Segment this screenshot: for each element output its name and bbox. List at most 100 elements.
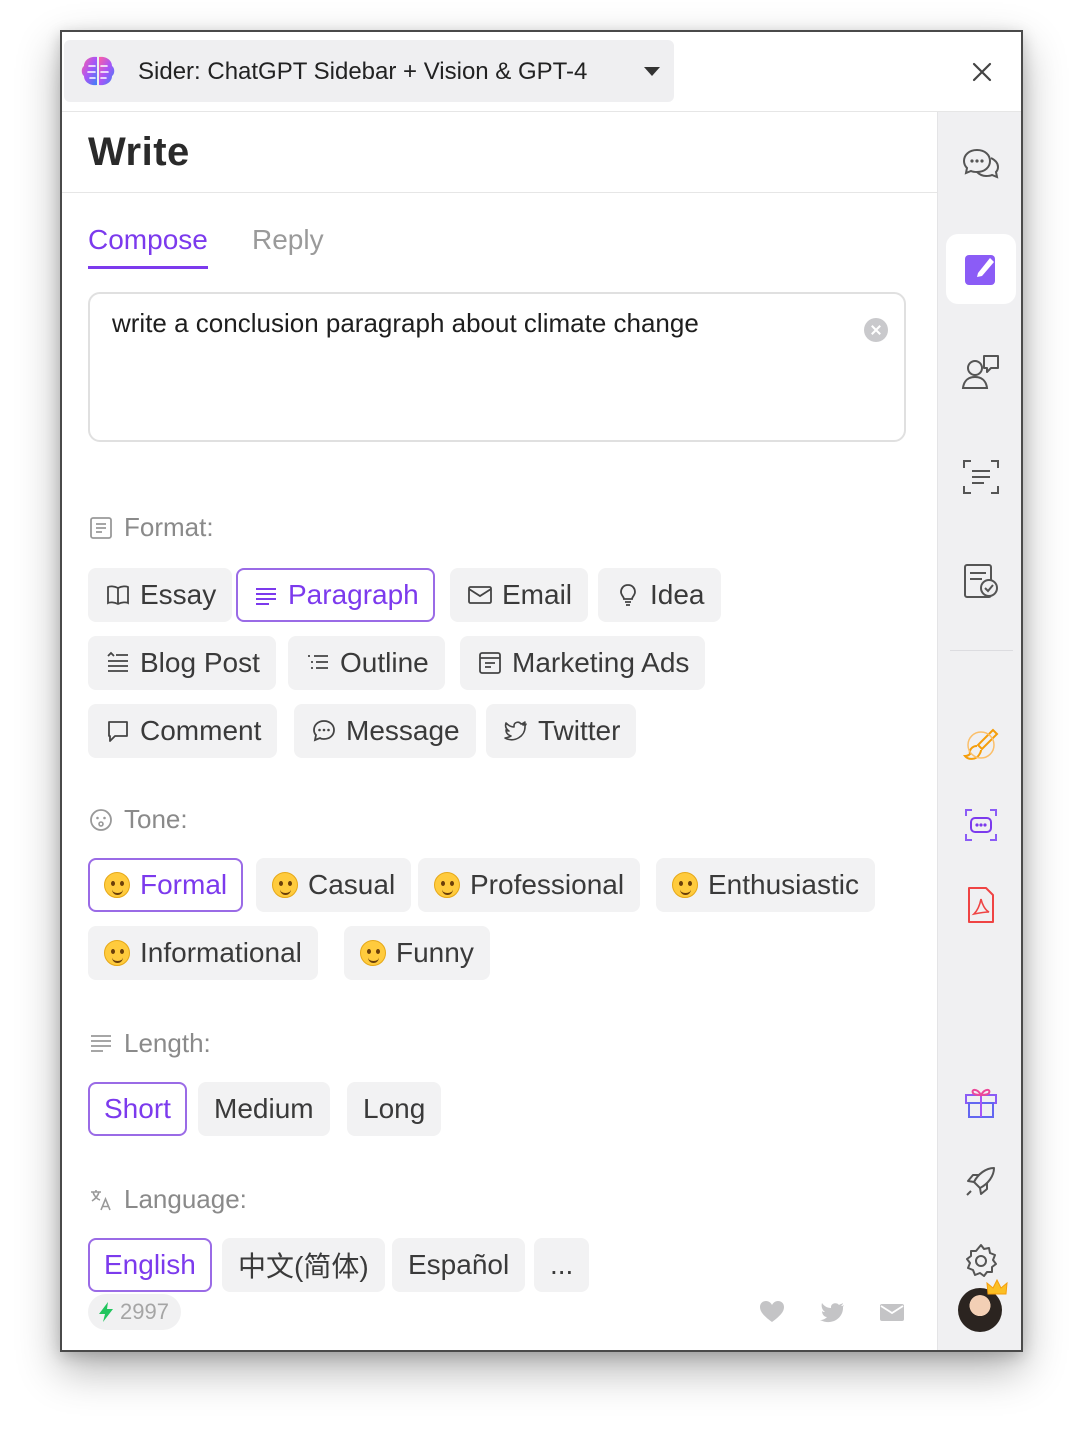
prompt-input[interactable]: write a conclusion paragraph about clima… — [88, 292, 906, 442]
tone-chip-funny[interactable]: Funny — [344, 926, 490, 980]
tab-compose[interactable]: Compose — [88, 224, 208, 269]
chip-label: Español — [408, 1249, 510, 1280]
tone-label-text: Tone: — [124, 804, 188, 834]
format-chip-idea[interactable]: Idea — [598, 568, 721, 622]
language-label: Language: — [88, 1184, 247, 1215]
length-chip-long[interactable]: Long — [347, 1082, 442, 1136]
close-icon[interactable] — [966, 56, 998, 88]
divider — [62, 192, 939, 193]
format-chip-email[interactable]: Email — [450, 568, 589, 622]
title-bar: Sider: ChatGPT Sidebar + Vision & GPT-4 — [62, 32, 1021, 112]
rail-item-write[interactable] — [946, 234, 1016, 304]
tab-reply[interactable]: Reply — [252, 224, 324, 256]
brain-logo-icon — [81, 56, 115, 86]
chip-label: English — [104, 1249, 196, 1280]
tone-chip-professional[interactable]: Professional — [418, 858, 641, 912]
rail-item-bot[interactable] — [946, 790, 1016, 860]
format-chip-outline[interactable]: Outline — [288, 636, 445, 690]
crown-icon — [986, 1278, 1008, 1295]
pdf-icon — [968, 887, 994, 923]
chip-label: Long — [363, 1093, 426, 1124]
credits-badge[interactable]: 2997 — [88, 1294, 181, 1330]
chip-label: Paragraph — [288, 579, 419, 610]
language-chip-spanish[interactable]: Español — [392, 1238, 526, 1292]
window-title: Sider: ChatGPT Sidebar + Vision & GPT-4 — [138, 58, 588, 85]
language-chip-more[interactable]: ... — [534, 1238, 590, 1292]
length-label-text: Length: — [124, 1028, 211, 1058]
length-chip-medium[interactable]: Medium — [198, 1082, 330, 1136]
rail-item-gift[interactable] — [946, 1066, 1016, 1136]
rail-item-grammar[interactable] — [946, 546, 1016, 616]
format-label-text: Format: — [124, 512, 214, 542]
chip-label: Comment — [140, 715, 262, 746]
chip-label: Email — [502, 579, 573, 610]
format-chip-essay[interactable]: Essay — [88, 568, 233, 622]
paragraph-icon — [252, 581, 280, 609]
document-icon — [90, 516, 112, 539]
language-chip-chinese[interactable]: 中文(简体) — [222, 1238, 385, 1292]
mail-icon[interactable] — [878, 1298, 906, 1326]
format-chip-message[interactable]: Message — [294, 704, 476, 758]
length-label: Length: — [88, 1028, 211, 1059]
rail-item-chat[interactable] — [946, 130, 1016, 200]
rail-item-agent[interactable] — [946, 338, 1016, 408]
chip-label: Informational — [140, 937, 302, 968]
rail-item-ocr[interactable] — [946, 442, 1016, 512]
rail-item-paint[interactable] — [946, 710, 1016, 780]
chip-label: Funny — [396, 937, 474, 968]
chip-label: Professional — [470, 869, 625, 900]
tone-chip-formal[interactable]: Formal — [88, 858, 244, 912]
tone-label: Tone: — [88, 804, 188, 835]
format-chip-comment[interactable]: Comment — [88, 704, 278, 758]
prompt-text: write a conclusion paragraph about clima… — [112, 308, 699, 338]
lightbulb-icon — [614, 581, 642, 609]
grammar-icon — [964, 564, 998, 598]
caret-down-icon[interactable] — [644, 67, 660, 76]
slight-smile-emoji-icon — [104, 872, 130, 898]
chip-label: Formal — [140, 869, 228, 900]
rail-item-rocket[interactable] — [946, 1146, 1016, 1216]
chip-label: Idea — [650, 579, 705, 610]
chip-label: Short — [104, 1093, 171, 1124]
page-title: Write — [88, 130, 190, 174]
blog-icon — [104, 649, 132, 677]
monocle-emoji-icon — [434, 872, 460, 898]
star-eyes-emoji-icon — [672, 872, 698, 898]
twitter-icon[interactable] — [818, 1298, 846, 1326]
tone-chip-informational[interactable]: Informational — [88, 926, 318, 980]
format-chip-twitter[interactable]: Twitter — [486, 704, 637, 758]
clear-icon[interactable] — [864, 318, 888, 342]
write-icon — [965, 255, 995, 285]
face-icon — [90, 808, 112, 831]
settings-icon — [966, 1244, 997, 1277]
rocket-icon — [966, 1167, 995, 1196]
write-panel: Write Compose Reply write a conclusion p… — [62, 112, 939, 1350]
rail-item-pdf[interactable] — [946, 870, 1016, 940]
lines-icon — [91, 1034, 111, 1052]
heart-icon[interactable] — [758, 1298, 786, 1326]
length-chip-short[interactable]: Short — [88, 1082, 187, 1136]
chip-label: 中文(简体) — [238, 1251, 369, 1282]
chip-label: ... — [550, 1249, 574, 1280]
paint-icon — [962, 728, 999, 760]
format-label: Format: — [88, 512, 214, 543]
chip-label: Blog Post — [140, 647, 260, 678]
tone-chip-enthusiastic[interactable]: Enthusiastic — [656, 858, 875, 912]
book-icon — [104, 581, 132, 609]
format-chip-marketing-ads[interactable]: Marketing Ads — [460, 636, 706, 690]
chip-label: Outline — [340, 647, 429, 678]
twitter-icon — [502, 717, 530, 745]
bolt-icon — [99, 1302, 113, 1322]
app-selector[interactable]: Sider: ChatGPT Sidebar + Vision & GPT-4 — [64, 40, 674, 102]
format-chip-blog-post[interactable]: Blog Post — [88, 636, 276, 690]
gift-icon — [965, 1088, 997, 1118]
tone-chip-casual[interactable]: Casual — [256, 858, 412, 912]
chip-label: Essay — [140, 579, 217, 610]
bot-icon — [965, 809, 997, 841]
format-chip-paragraph[interactable]: Paragraph — [236, 568, 435, 622]
agent-icon — [961, 355, 999, 389]
chip-label: Casual — [308, 869, 396, 900]
ocr-icon — [963, 460, 999, 494]
language-chip-english[interactable]: English — [88, 1238, 212, 1292]
list-icon — [304, 649, 332, 677]
